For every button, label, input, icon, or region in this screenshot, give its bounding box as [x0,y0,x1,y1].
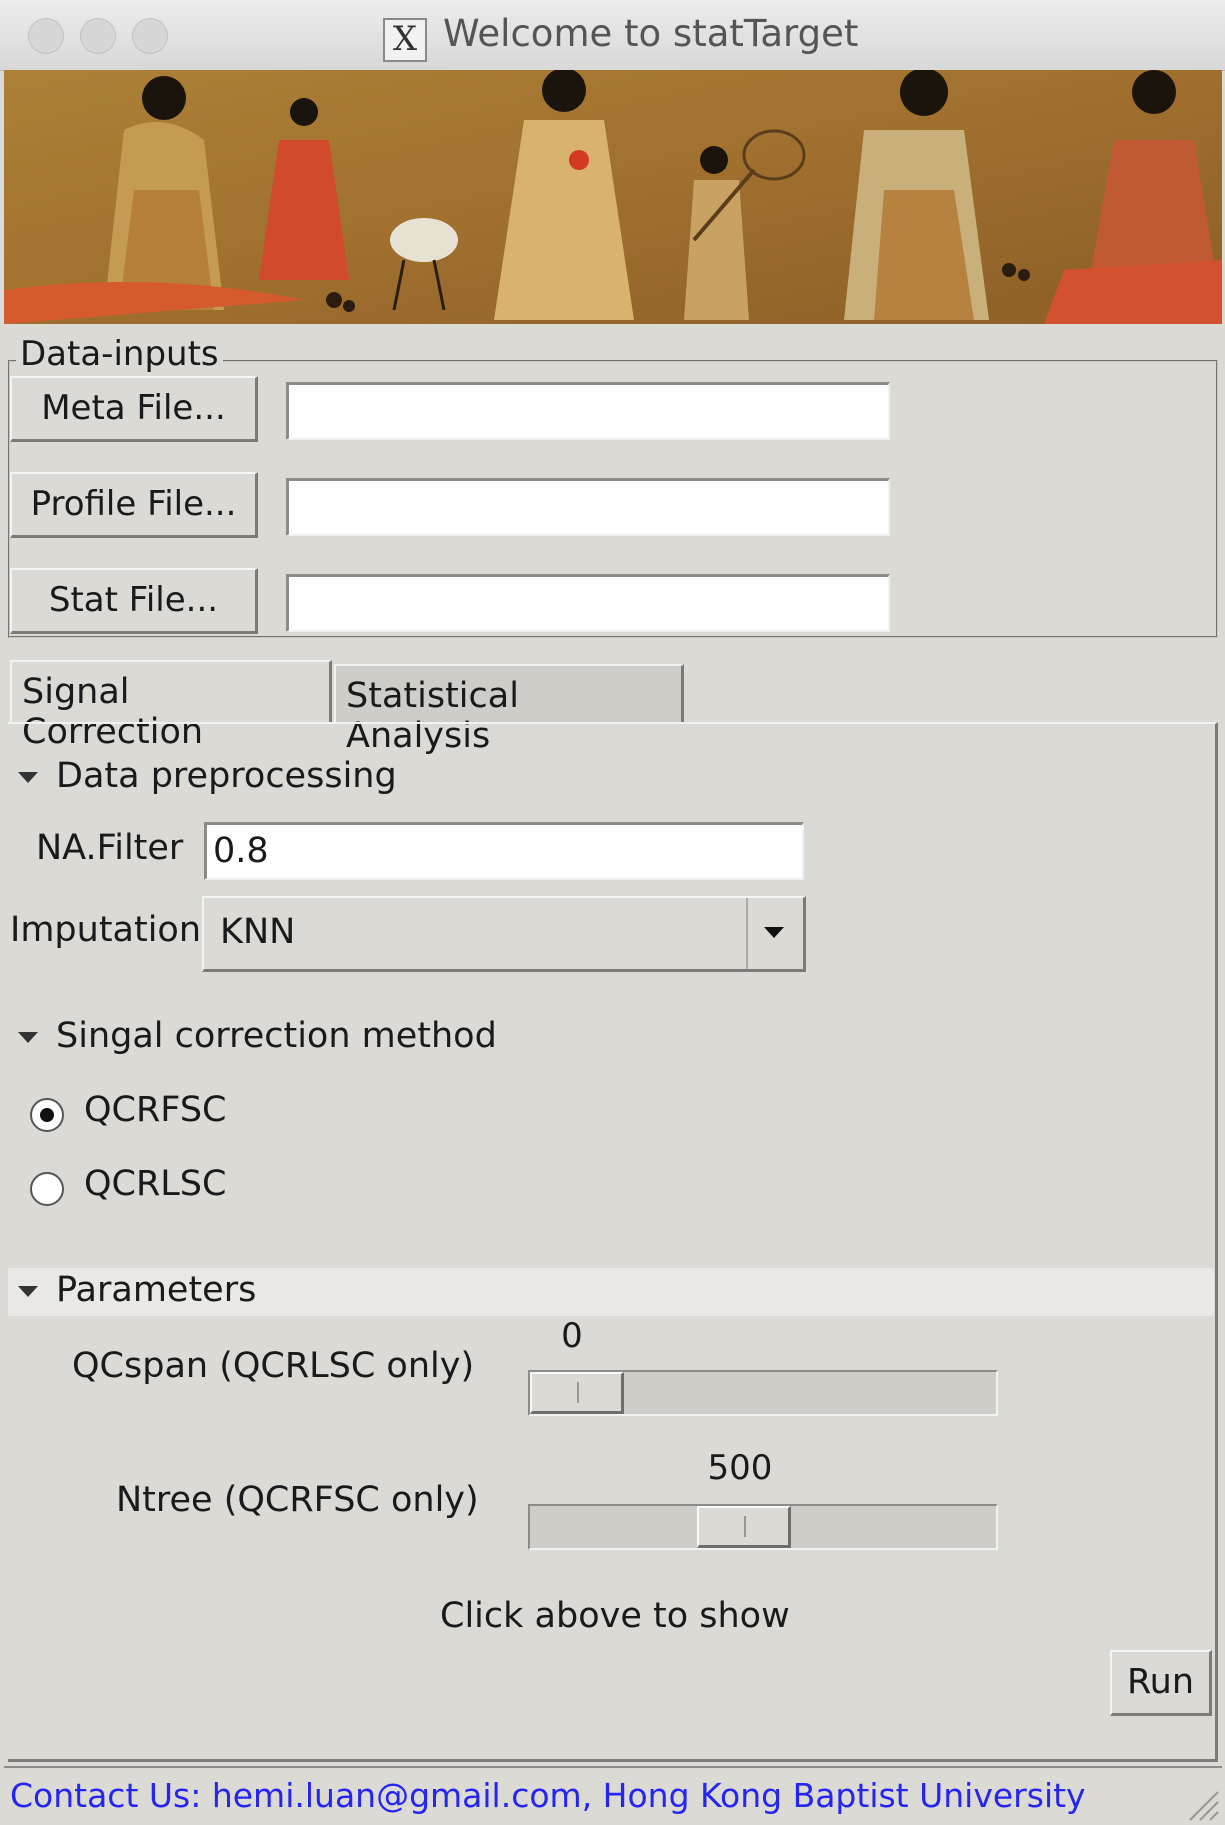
data-preprocessing-title: Data preprocessing [56,756,397,796]
qcrfsc-label[interactable]: QCRFSC [84,1090,226,1130]
data-preprocessing-header[interactable]: Data preprocessing [18,756,397,796]
parameters-header[interactable]: Parameters [18,1270,256,1310]
collapse-triangle-icon [18,771,38,783]
meta-file-field[interactable] [286,382,890,440]
meta-file-button[interactable]: Meta File... [10,376,258,442]
banner-painting-image [4,70,1222,324]
status-bar: Contact Us: hemi.luan@gmail.com, Hong Ko… [4,1766,1222,1824]
qcrlsc-radio[interactable] [30,1172,64,1206]
imputation-select[interactable]: KNN [202,896,806,972]
minimize-window-button[interactable] [80,18,116,54]
ntree-slider[interactable] [528,1504,998,1550]
imputation-selected-value: KNN [220,912,296,952]
dropdown-arrow-icon[interactable] [746,898,803,969]
tab-signal-correction[interactable]: Signal Correction [10,660,332,752]
ntree-label: Ntree (QCRFSC only) [116,1480,479,1520]
qcrfsc-radio[interactable] [30,1098,64,1132]
hint-text: Click above to show [440,1596,790,1636]
imputation-label: Imputation [10,910,202,950]
run-button[interactable]: Run [1110,1650,1212,1716]
resize-grip-icon[interactable] [1180,1782,1220,1822]
radio-selected-dot-icon [40,1108,54,1122]
qcspan-slider[interactable] [528,1370,998,1416]
qcspan-slider-handle[interactable] [530,1372,624,1414]
collapse-triangle-icon [18,1031,38,1043]
correction-method-header[interactable]: Singal correction method [18,1016,497,1056]
stat-file-field[interactable] [286,574,890,632]
window-title: Welcome to statTarget [443,12,859,55]
na-filter-input[interactable]: 0.8 [204,822,804,880]
title-bar: X Welcome to statTarget [0,0,1225,71]
profile-file-button[interactable]: Profile File... [10,472,258,538]
correction-method-title: Singal correction method [56,1016,497,1056]
zoom-window-button[interactable] [132,18,168,54]
qcspan-label: QCspan (QCRLSC only) [72,1346,475,1386]
stat-file-button[interactable]: Stat File... [10,568,258,634]
ntree-value: 500 [707,1448,773,1488]
qcrlsc-label[interactable]: QCRLSC [84,1164,226,1204]
na-filter-label: NA.Filter [36,828,184,868]
contact-link[interactable]: Contact Us: hemi.luan@gmail.com, Hong Ko… [10,1776,1086,1815]
collapse-triangle-icon [18,1285,38,1297]
parameters-title: Parameters [56,1270,257,1310]
ntree-slider-handle[interactable] [697,1506,791,1548]
qcspan-value: 0 [561,1316,583,1356]
data-inputs-label: Data-inputs [16,334,223,374]
close-window-button[interactable] [28,18,64,54]
profile-file-field[interactable] [286,478,890,536]
x11-logo-icon: X [383,18,427,62]
tab-statistical-analysis[interactable]: Statistical Analysis [334,664,684,756]
